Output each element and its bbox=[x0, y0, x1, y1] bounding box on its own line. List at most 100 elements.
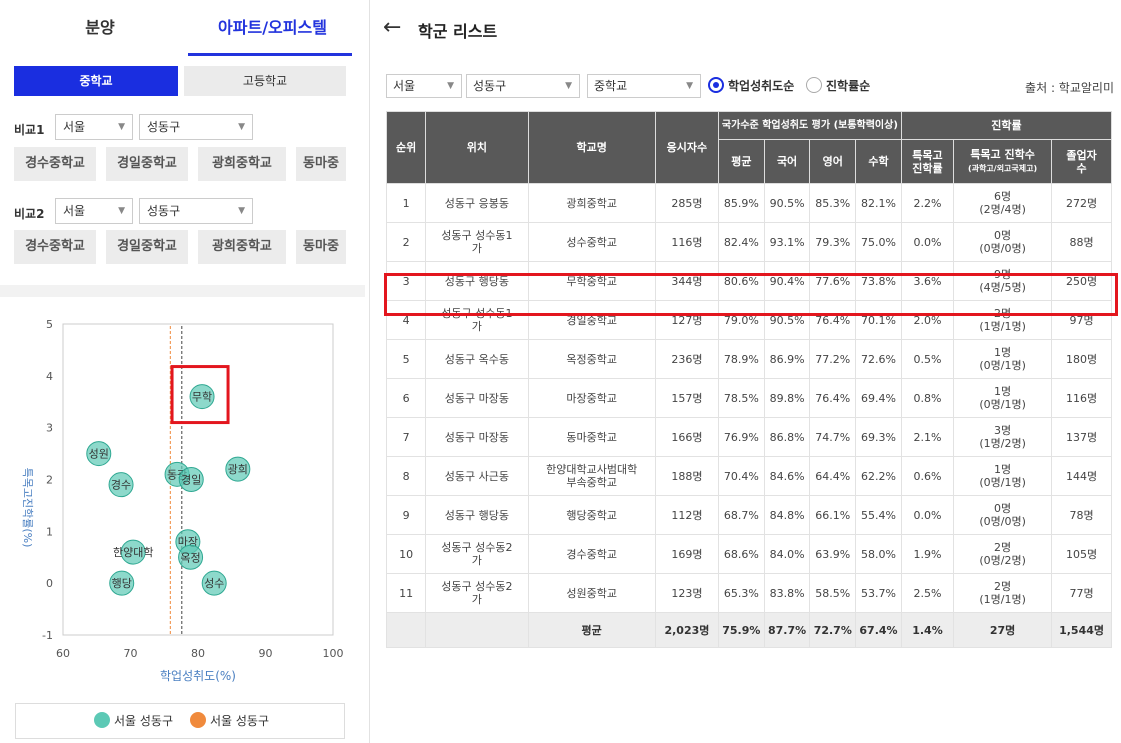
chart-legend: 서울 성동구 서울 성동구 bbox=[15, 703, 345, 739]
avg-avg: 75.9% bbox=[717, 612, 765, 648]
cell-special-count: 3명 (1명/2명) bbox=[953, 417, 1053, 457]
avg-english: 72.7% bbox=[809, 612, 857, 648]
legend-item-2[interactable]: 서울 성동구 bbox=[190, 704, 269, 738]
cell-english: 64.4% bbox=[809, 456, 857, 496]
cell-special-count: 1명 (0명/1명) bbox=[953, 339, 1053, 379]
table-row[interactable]: 6 성동구 마장동 마장중학교 157명 78.5% 89.8% 76.4% 69.4% 0.8… bbox=[385, 378, 1112, 418]
compare2-chip[interactable]: 동마중 bbox=[296, 230, 346, 264]
legend-item-1[interactable]: 서울 성동구 bbox=[94, 704, 173, 738]
x-tick-label: 60 bbox=[56, 647, 70, 660]
compare2-district-value: 성동구 bbox=[147, 204, 181, 218]
table-row[interactable]: 1 성동구 응봉동 광희중학교 285명 85.9% 90.5% 85.3% 82.1% 2.2… bbox=[385, 183, 1112, 223]
y-tick-label: -1 bbox=[42, 629, 53, 642]
table-row[interactable]: 11 성동구 성수동2 가 성원중학교 123명 65.3% 83.8% 58.5% 53.7%… bbox=[385, 573, 1112, 613]
cell-math: 82.1% bbox=[855, 183, 902, 223]
cell-school: 한양대학교사범대학 부속중학교 bbox=[527, 456, 656, 496]
table-row[interactable]: 9 성동구 행당동 행당중학교 112명 68.7% 84.8% 66.1% 55.4% 0.0… bbox=[385, 495, 1112, 535]
cell-special-count-main: 2명 bbox=[994, 580, 1012, 593]
table-row[interactable]: 10 성동구 성수동2 가 경수중학교 169명 68.6% 84.0% 63.9% 58.0%… bbox=[385, 534, 1112, 574]
back-arrow-icon[interactable]: ← bbox=[383, 14, 401, 42]
cell-location: 성동구 응봉동 bbox=[425, 183, 529, 223]
cell-school-line2: 부속중학교 bbox=[566, 476, 617, 489]
compare1-city-select[interactable]: 서울 ▼ bbox=[55, 114, 133, 140]
cell-location: 성동구 성수동1 가 bbox=[425, 300, 529, 340]
table-row[interactable]: 7 성동구 마장동 동마중학교 166명 76.9% 86.8% 74.7% 69.3% 2.1… bbox=[385, 417, 1112, 457]
cell-special-count: 1명 (0명/1명) bbox=[953, 378, 1053, 418]
compare1-district-select[interactable]: 성동구 ▼ bbox=[139, 114, 253, 140]
legend-dot-orange bbox=[190, 712, 206, 728]
table-row[interactable]: 4 성동구 성수동1 가 경일중학교 127명 79.0% 90.5% 76.4% 70.1% 2… bbox=[385, 300, 1112, 340]
filter-city-select[interactable]: 서울 ▼ bbox=[386, 74, 462, 98]
compare1-chip[interactable]: 동마중 bbox=[296, 147, 346, 181]
cell-avg: 79.0% bbox=[717, 300, 765, 340]
table-row[interactable]: 8 성동구 사근동 한양대학교사범대학 부속중학교 188명 70.4% 84.6% 64.4… bbox=[385, 456, 1112, 496]
header-rank: 순위 bbox=[385, 111, 427, 184]
middle-school-button[interactable]: 중학교 bbox=[14, 66, 178, 96]
chevron-down-icon: ▼ bbox=[447, 81, 454, 91]
cell-examinees: 344명 bbox=[654, 261, 719, 301]
cell-school-line1: 성원중학교 bbox=[566, 586, 617, 600]
cell-math: 69.4% bbox=[855, 378, 902, 418]
filter-district-select[interactable]: 성동구 ▼ bbox=[466, 74, 580, 98]
cell-rank: 3 bbox=[385, 261, 427, 301]
tab-apartment-officetel[interactable]: 아파트/오피스텔 bbox=[180, 0, 365, 56]
avg-grads: 1,544명 bbox=[1051, 612, 1112, 648]
header-school: 학교명 bbox=[527, 111, 656, 184]
table-row[interactable]: 3 성동구 행당동 무학중학교 344명 80.6% 90.4% 77.6% 73.8% 3.6… bbox=[385, 261, 1112, 301]
cell-location-line2: 가 bbox=[471, 320, 482, 333]
compare1-chip[interactable]: 경수중학교 bbox=[14, 147, 96, 181]
cell-school: 경수중학교 bbox=[527, 534, 656, 574]
cell-location-line1: 성동구 성수동2 bbox=[441, 580, 513, 593]
compare1-label: 비교1 bbox=[14, 123, 45, 137]
y-axis-label: 특목고진학률(%) bbox=[21, 468, 34, 548]
compare1-chip[interactable]: 경일중학교 bbox=[106, 147, 188, 181]
cell-special-count: 6명 (2명/4명) bbox=[953, 183, 1053, 223]
compare2-chip[interactable]: 경일중학교 bbox=[106, 230, 188, 264]
table-header-row: 순위 위치 학교명 응시자수 국가수준 학업성취도 평가 (보통학력이상) 진학… bbox=[385, 111, 1113, 184]
data-point-label: 성수 bbox=[204, 577, 224, 590]
x-tick-label: 100 bbox=[323, 647, 344, 660]
compare2-district-select[interactable]: 성동구 ▼ bbox=[139, 198, 253, 224]
cell-english: 76.4% bbox=[809, 300, 857, 340]
sort-by-achievement-radio[interactable]: 학업성취도순 bbox=[708, 77, 794, 95]
x-tick-label: 70 bbox=[124, 647, 138, 660]
cell-rank: 8 bbox=[385, 456, 427, 496]
cell-school-line1: 무학중학교 bbox=[566, 274, 617, 288]
cell-avg: 78.9% bbox=[717, 339, 765, 379]
legend-dot-teal bbox=[94, 712, 110, 728]
cell-location: 성동구 마장동 bbox=[425, 378, 529, 418]
y-tick-label: 5 bbox=[46, 318, 53, 331]
cell-school: 경일중학교 bbox=[527, 300, 656, 340]
filter-level-select[interactable]: 중학교 ▼ bbox=[587, 74, 701, 98]
cell-location-line1: 성동구 성수동2 bbox=[441, 541, 513, 554]
filter-district-value: 성동구 bbox=[473, 79, 507, 93]
sort-by-advancement-radio[interactable]: 진학률순 bbox=[806, 77, 870, 95]
tab-presale[interactable]: 분양 bbox=[0, 0, 200, 56]
compare1-chip[interactable]: 광희중학교 bbox=[198, 147, 286, 181]
cell-special-count-main: 1명 bbox=[994, 463, 1012, 476]
section-divider bbox=[0, 285, 365, 297]
compare1-district-value: 성동구 bbox=[147, 120, 181, 134]
cell-rank: 5 bbox=[385, 339, 427, 379]
cell-school-line1: 동마중학교 bbox=[566, 430, 617, 444]
high-school-button[interactable]: 고등학교 bbox=[184, 66, 346, 96]
cell-korean: 93.1% bbox=[763, 222, 811, 262]
cell-special-count-main: 9명 bbox=[994, 268, 1012, 281]
table-row[interactable]: 5 성동구 옥수동 옥정중학교 236명 78.9% 86.9% 77.2% 72.6% 0.5… bbox=[385, 339, 1112, 379]
cell-special-count-sub: (0명/1명) bbox=[979, 359, 1026, 372]
cell-school: 성수중학교 bbox=[527, 222, 656, 262]
avg-rate: 1.4% bbox=[900, 612, 955, 648]
compare2-city-select[interactable]: 서울 ▼ bbox=[55, 198, 133, 224]
compare2-chip[interactable]: 경수중학교 bbox=[14, 230, 96, 264]
compare2-chip[interactable]: 광희중학교 bbox=[198, 230, 286, 264]
cell-school-line1: 성수중학교 bbox=[566, 235, 617, 249]
cell-location: 성동구 행당동 bbox=[425, 261, 529, 301]
cell-location-line1: 성동구 사근동 bbox=[444, 469, 509, 483]
avg-rank bbox=[385, 612, 427, 648]
cell-math: 69.3% bbox=[855, 417, 902, 457]
cell-avg: 78.5% bbox=[717, 378, 765, 418]
cell-special-count-sub: (0명/0명) bbox=[979, 242, 1026, 255]
cell-avg: 82.4% bbox=[717, 222, 765, 262]
cell-special-count-sub: (0명/2명) bbox=[979, 554, 1026, 567]
table-row[interactable]: 2 성동구 성수동1 가 성수중학교 116명 82.4% 93.1% 79.3% 75.0% 0… bbox=[385, 222, 1112, 262]
